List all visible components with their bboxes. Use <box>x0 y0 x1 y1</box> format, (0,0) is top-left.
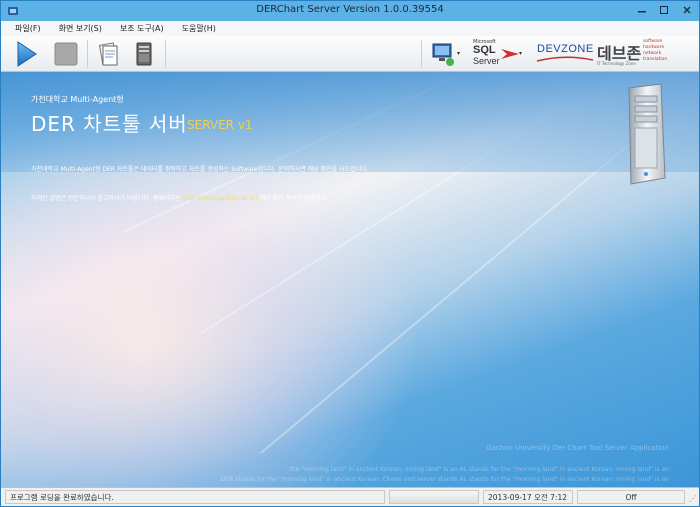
menu-bar: 파일(F) 화면 보기(S) 보조 도구(A) 도움말(H) <box>1 21 699 36</box>
menu-file[interactable]: 파일(F) <box>15 23 41 34</box>
progress-panel <box>389 490 479 504</box>
status-state: Off <box>577 490 685 504</box>
sql-label: SQL <box>473 44 496 56</box>
network-button[interactable] <box>429 39 463 69</box>
log-button[interactable] <box>93 39 123 69</box>
menu-help[interactable]: 도움말(H) <box>182 23 216 34</box>
stop-button[interactable] <box>51 39 81 69</box>
menu-tools[interactable]: 보조 도구(A) <box>120 23 164 34</box>
minimize-button[interactable] <box>631 1 653 19</box>
maximize-button[interactable] <box>653 1 675 19</box>
devzone-tag-2: hardware <box>643 45 665 50</box>
start-button[interactable] <box>11 39 41 69</box>
main-content: 가천대학교 Multi-Agent형 DER 차트툴 서버 SERVER v1 … <box>1 72 699 487</box>
toolbar: Microsoft SQL Server DEVZONE 데브존 softwar… <box>1 36 699 72</box>
toolbar-separator <box>421 40 422 68</box>
homepage-link[interactable]: http://www.gachon.ac.kr/ <box>182 195 257 202</box>
app-window: DERChart Server Version 1.0.0.39554 파일(F… <box>0 0 700 507</box>
close-button[interactable] <box>675 1 699 19</box>
sql-server-logo: Microsoft SQL Server <box>471 39 529 69</box>
devzone-label: DEVZONE <box>537 43 594 55</box>
homepage-text-pre: 자세한 설명은 방문하시어 참고하시기 바랍니다. 홈페이지는 <box>31 195 181 202</box>
homepage-text: 자세한 설명은 방문하시어 참고하시기 바랍니다. 홈페이지는 http://w… <box>31 193 328 202</box>
product-subtitle: 가천대학교 Multi-Agent형 <box>31 95 124 104</box>
devzone-tag-1: software <box>643 39 663 44</box>
toolbar-separator <box>87 40 88 68</box>
server-config-button[interactable] <box>129 39 159 69</box>
status-message: 프로그램 로딩을 완료하였습니다. <box>5 490 385 504</box>
description-text: 가천대학교 Multi-Agent형 DER 차트툴은 데이터를 취득하고 차트… <box>31 166 369 173</box>
devzone-sub: IT Technology Zone <box>597 61 636 66</box>
sql-server-arrow-icon <box>501 49 522 59</box>
status-bar: 프로그램 로딩을 완료하였습니다. 2013-09-17 오전 7:12 Off… <box>1 487 699 506</box>
footer-title: Gachon University Der Chart Tool Server … <box>486 444 669 452</box>
devzone-tag-4: translation <box>643 57 668 62</box>
server-tower-icon <box>136 42 152 66</box>
network-computer-icon <box>432 43 460 66</box>
window-title: DERChart Server Version 1.0.0.39554 <box>256 4 444 15</box>
product-title: DER 차트툴 서버 <box>31 112 188 136</box>
devzone-button[interactable]: DEVZONE 데브존 software hardware network tr… <box>535 39 668 69</box>
maximize-icon <box>660 6 668 14</box>
document-icon <box>98 42 118 66</box>
devzone-tag-3: network <box>643 51 662 56</box>
play-icon <box>17 41 37 67</box>
minimize-icon <box>638 11 646 13</box>
menu-view[interactable]: 화면 보기(S) <box>59 23 102 34</box>
close-icon <box>683 6 691 14</box>
server-machine-icon <box>628 83 666 185</box>
stop-icon <box>54 42 78 66</box>
title-bar[interactable]: DERChart Server Version 1.0.0.39554 <box>1 1 699 21</box>
server-version-tag: SERVER v1 <box>187 118 253 132</box>
status-datetime: 2013-09-17 오전 7:12 <box>483 490 573 504</box>
resize-grip-icon[interactable]: ⋰ <box>689 494 697 503</box>
footer-line-1: the "morning land" in ancient Korean: or… <box>289 466 670 473</box>
devzone-logo: DEVZONE 데브존 software hardware network tr… <box>535 39 668 69</box>
sql-server-button[interactable]: Microsoft SQL Server <box>471 39 529 69</box>
homepage-text-post: 에서 확인 하시기 바랍니다. <box>259 195 328 202</box>
sql-label-server: Server <box>473 56 500 66</box>
devzone-swoosh-icon <box>536 56 594 62</box>
footer-line-2: DER stands for the "morning land" in anc… <box>220 476 669 483</box>
toolbar-separator <box>165 40 166 68</box>
